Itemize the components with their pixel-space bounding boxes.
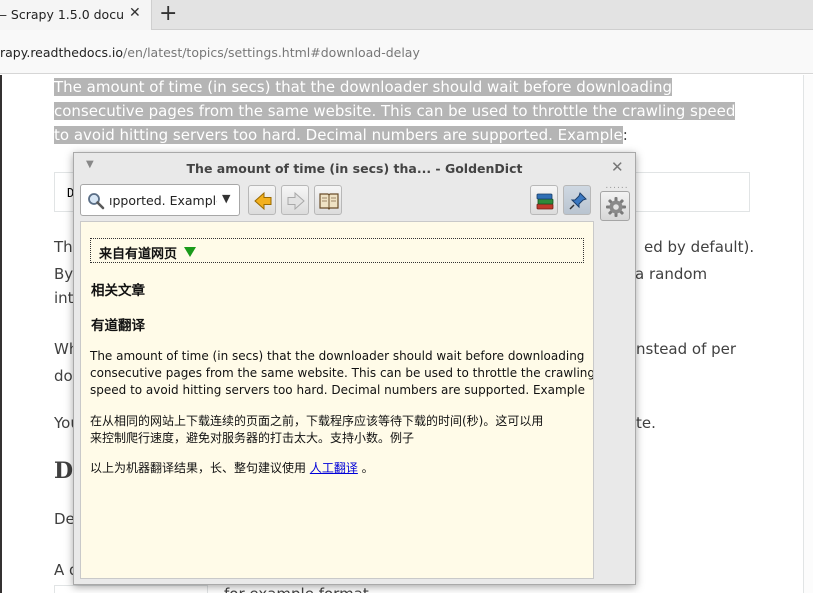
- para-fragment: te.: [636, 414, 656, 432]
- source-text-line: speed to avoid hitting servers too hard.…: [90, 383, 586, 397]
- browser-tab[interactable]: s — Scrapy 1.5.0 docu ✕: [0, 0, 152, 30]
- para-fragment: ed by default).: [644, 238, 755, 256]
- url-text[interactable]: rapy.readthedocs.io/en/latest/topics/set…: [0, 45, 420, 60]
- section-translation: 有道翻译: [91, 318, 145, 334]
- goldendict-popup[interactable]: ▼ The amount of time (in secs) tha... - …: [73, 152, 636, 585]
- para-fragment: do: [54, 367, 73, 385]
- popup-title-bar[interactable]: ▼ The amount of time (in secs) tha... - …: [74, 153, 635, 183]
- triangle-down-icon[interactable]: [184, 247, 196, 257]
- url-domain: rapy.readthedocs.io: [0, 45, 124, 60]
- source-text-line: The amount of time (in secs) that the do…: [90, 349, 585, 363]
- dictionary-button[interactable]: [314, 185, 342, 215]
- para-fragment: By: [54, 265, 74, 283]
- pin-icon: [569, 192, 587, 210]
- dictionaries-button[interactable]: [530, 185, 558, 215]
- para-fragment: int: [54, 289, 74, 307]
- download-delay-paragraph: The amount of time (in secs) that the do…: [54, 75, 744, 147]
- tab-bar: s — Scrapy 1.5.0 docu ✕ +: [0, 0, 813, 30]
- forward-button[interactable]: [281, 185, 309, 215]
- dictionary-name: 来自有道网页: [99, 247, 178, 262]
- machine-translation-note: 以上为机器翻译结果，长、整句建议使用 人工翻译 。: [90, 460, 374, 477]
- article-view[interactable]: 来自有道网页 相关文章 有道翻译 The amount of time (in …: [80, 221, 594, 579]
- resize-grip[interactable]: ......: [602, 182, 632, 191]
- inline-code: DOWNLOAD_HANDLERS_BASE: [54, 585, 208, 593]
- open-book-icon: [319, 193, 339, 210]
- human-translation-link[interactable]: 人工翻译: [310, 461, 358, 475]
- para-fragment: nstead of per: [636, 340, 737, 358]
- tab-title: s — Scrapy 1.5.0 docu: [0, 7, 124, 22]
- translation-line: 来控制爬行速度，避免对服务器的打击太大。支持小数。例子: [90, 431, 415, 445]
- word-combobox[interactable]: ıpported. Example ▼: [80, 184, 240, 216]
- magnifier-icon: [88, 193, 105, 210]
- close-icon[interactable]: ✕: [611, 158, 624, 176]
- gear-icon: [606, 197, 626, 217]
- word-input[interactable]: ıpported. Example: [109, 193, 217, 208]
- para-fragment: a random: [635, 265, 708, 283]
- books-stack-icon: [536, 193, 554, 210]
- settings-button[interactable]: [600, 191, 630, 221]
- page-right-margin: [803, 75, 813, 593]
- para-fragment: Th: [54, 238, 73, 256]
- popup-toolbar: ıpported. Example ▼: [80, 183, 635, 219]
- note-prefix: 以上为机器翻译结果，长、整句建议使用: [90, 461, 310, 475]
- pin-button[interactable]: [563, 185, 591, 215]
- url-path: /en/latest/topics/settings.html#download…: [123, 45, 420, 60]
- translation-line: 在从相同的网站上下载连续的页面之前，下载程序应该等待下载的时间(秒)。这可以用: [90, 414, 544, 428]
- docs-sidebar-edge: [0, 75, 2, 593]
- popup-title: The amount of time (in secs) tha... - Go…: [186, 161, 523, 176]
- selected-text: The amount of time (in secs) that the do…: [54, 78, 736, 144]
- tab-close-icon[interactable]: ✕: [129, 5, 141, 21]
- section-related-articles: 相关文章: [91, 283, 145, 299]
- note-suffix: 。: [357, 461, 374, 475]
- intro-tail: :: [622, 126, 628, 144]
- chevron-down-icon[interactable]: ▼: [222, 192, 230, 205]
- dictionary-header[interactable]: 来自有道网页: [90, 238, 584, 263]
- address-bar[interactable]: rapy.readthedocs.io/en/latest/topics/set…: [0, 30, 813, 74]
- arrow-left-icon: [254, 191, 272, 211]
- back-button[interactable]: [248, 185, 276, 215]
- new-tab-button[interactable]: +: [159, 2, 177, 26]
- source-text-line: consecutive pages from the same website.…: [90, 366, 594, 380]
- para-fragment: De: [54, 510, 75, 528]
- arrow-right-icon: [287, 191, 305, 211]
